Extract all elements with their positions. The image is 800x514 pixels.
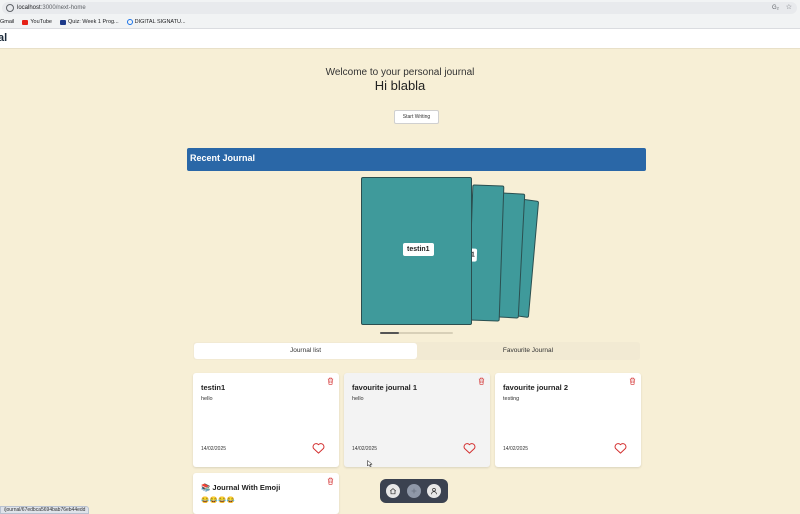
bookmark-signature[interactable]: DIGITAL SIGNATU... bbox=[126, 19, 186, 25]
translate-icon[interactable]: G₂ bbox=[772, 2, 779, 14]
tab-favourite-journal[interactable]: Favourite Journal bbox=[417, 343, 639, 359]
journal-card[interactable]: favourite journal 1 hello 14/02/2025 bbox=[344, 373, 490, 467]
recent-journal-header: Recent Journal bbox=[187, 148, 646, 171]
welcome-text: Welcome to your personal journal bbox=[325, 67, 475, 78]
quiz-icon bbox=[60, 19, 66, 25]
recent-journal-title: Recent Journal bbox=[190, 153, 256, 163]
carousel-scroll-indicator[interactable] bbox=[380, 332, 453, 334]
heart-icon[interactable] bbox=[463, 442, 476, 454]
card-title: favourite journal 2 bbox=[503, 383, 569, 392]
trash-icon[interactable] bbox=[327, 377, 334, 385]
mouse-cursor-icon bbox=[367, 460, 373, 467]
address-bar[interactable]: localhost:3000/next-home G₂ ☆ bbox=[2, 2, 797, 14]
bottom-nav bbox=[380, 479, 448, 503]
plus-icon bbox=[411, 488, 417, 494]
bookmark-quiz[interactable]: Quiz: Week 1 Prog... bbox=[60, 19, 119, 25]
bookmarks-bar: Gmail YouTube Quiz: Week 1 Prog... DIGIT… bbox=[0, 16, 194, 28]
heart-icon[interactable] bbox=[312, 442, 325, 454]
card-body: 😂😂😂😂 bbox=[201, 497, 236, 504]
card-body: hello bbox=[352, 396, 364, 402]
home-icon bbox=[389, 488, 397, 495]
signature-icon bbox=[126, 19, 133, 25]
journal-book-2[interactable]: 1 bbox=[467, 184, 505, 322]
bookmark-star-icon[interactable]: ☆ bbox=[786, 2, 792, 14]
url-text: localhost:3000/next-home bbox=[17, 5, 86, 11]
home-button[interactable] bbox=[386, 484, 400, 498]
book-label: testin1 bbox=[403, 243, 434, 256]
trash-icon[interactable] bbox=[478, 377, 485, 385]
bookmark-gmail[interactable]: Gmail bbox=[0, 19, 14, 25]
card-date: 14/02/2025 bbox=[503, 446, 529, 452]
journal-card[interactable]: favourite journal 2 testing 14/02/2025 bbox=[495, 373, 641, 467]
trash-icon[interactable] bbox=[327, 477, 334, 485]
browser-chrome: localhost:3000/next-home G₂ ☆ Gmail YouT… bbox=[0, 0, 800, 29]
card-date: 14/02/2025 bbox=[201, 446, 227, 452]
journal-card[interactable]: testin1 hello 14/02/2025 bbox=[193, 373, 339, 467]
card-title: favourite journal 1 bbox=[352, 383, 418, 392]
youtube-icon bbox=[22, 19, 29, 25]
tab-journal-list[interactable]: Journal list bbox=[194, 343, 417, 359]
card-title: 📚 Journal With Emoji bbox=[201, 483, 281, 492]
journal-tabs: Journal list Favourite Journal bbox=[193, 342, 640, 360]
journal-book-1[interactable]: testin1 bbox=[361, 177, 472, 325]
carousel-scroll-thumb[interactable] bbox=[380, 332, 399, 334]
card-title: testin1 bbox=[201, 383, 226, 392]
site-info-icon[interactable] bbox=[6, 4, 14, 12]
user-icon bbox=[431, 488, 437, 495]
link-status-bar: /journal/67edbca5694bab76eb44edd bbox=[0, 506, 90, 514]
greeting-text: Hi blabla bbox=[374, 78, 426, 93]
card-body: hello bbox=[201, 396, 213, 402]
profile-button[interactable] bbox=[427, 484, 441, 498]
journal-card[interactable]: 📚 Journal With Emoji 😂😂😂😂 bbox=[193, 473, 339, 514]
trash-icon[interactable] bbox=[629, 377, 636, 385]
card-date: 14/02/2025 bbox=[352, 446, 378, 452]
card-body: testing bbox=[503, 396, 520, 402]
app-header: al bbox=[0, 29, 800, 49]
heart-icon[interactable] bbox=[614, 442, 627, 454]
bookmark-youtube[interactable]: YouTube bbox=[22, 19, 52, 25]
start-writing-button[interactable]: Start Writing bbox=[394, 110, 439, 124]
add-journal-button[interactable] bbox=[407, 484, 421, 498]
app-logo[interactable]: al bbox=[0, 32, 7, 44]
